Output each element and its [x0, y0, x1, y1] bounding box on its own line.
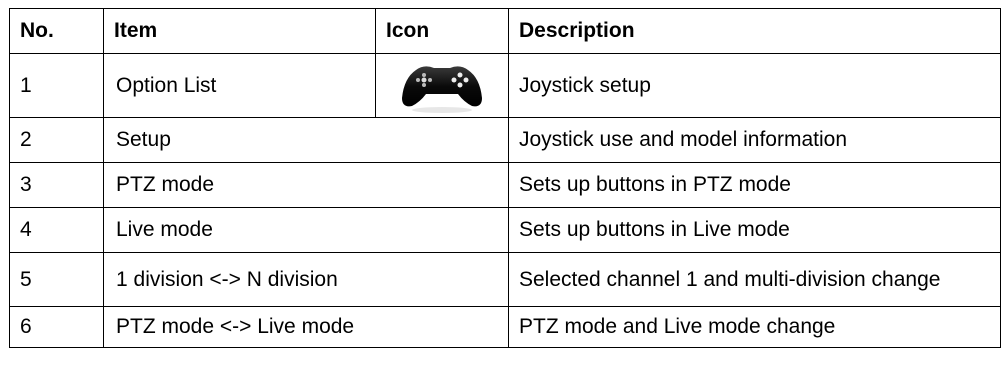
row-no: 4: [9, 207, 104, 253]
header-no: No.: [9, 8, 104, 54]
row-item: 1 division <-> N division: [103, 252, 509, 307]
row-item: Option List: [103, 53, 376, 118]
row-description: Joystick use and model information: [508, 117, 1001, 163]
row-no: 5: [9, 252, 104, 307]
header-item: Item: [103, 8, 376, 54]
table-row: 2 Setup Joystick use and model informati…: [9, 117, 1001, 163]
row-no: 6: [9, 306, 104, 348]
row-description: PTZ mode and Live mode change: [508, 306, 1001, 348]
row-icon-cell: [375, 53, 509, 118]
row-description: Sets up buttons in PTZ mode: [508, 162, 1001, 208]
row-item: PTZ mode: [103, 162, 509, 208]
table-row: 6 PTZ mode <-> Live mode PTZ mode and Li…: [9, 306, 1001, 348]
table-row: 5 1 division <-> N division Selected cha…: [9, 252, 1001, 307]
row-no: 2: [9, 117, 104, 163]
row-description: Selected channel 1 and multi-division ch…: [508, 252, 1001, 307]
header-icon: Icon: [375, 8, 509, 54]
row-description: Joystick setup: [508, 53, 1001, 118]
row-item: Live mode: [103, 207, 509, 253]
table-header-row: No. Item Icon Description: [9, 8, 1001, 54]
table-row: 4 Live mode Sets up buttons in Live mode: [9, 207, 1001, 253]
table-row: 3 PTZ mode Sets up buttons in PTZ mode: [9, 162, 1001, 208]
row-item: Setup: [103, 117, 509, 163]
gamepad-icon: [402, 65, 482, 113]
table-row: 1 Option List Joystick setup: [9, 53, 1001, 118]
row-item: PTZ mode <-> Live mode: [103, 306, 509, 348]
row-no: 1: [9, 53, 104, 118]
header-description: Description: [508, 8, 1001, 54]
row-no: 3: [9, 162, 104, 208]
feature-table: No. Item Icon Description 1 Option List: [9, 8, 1001, 348]
row-description: Sets up buttons in Live mode: [508, 207, 1001, 253]
